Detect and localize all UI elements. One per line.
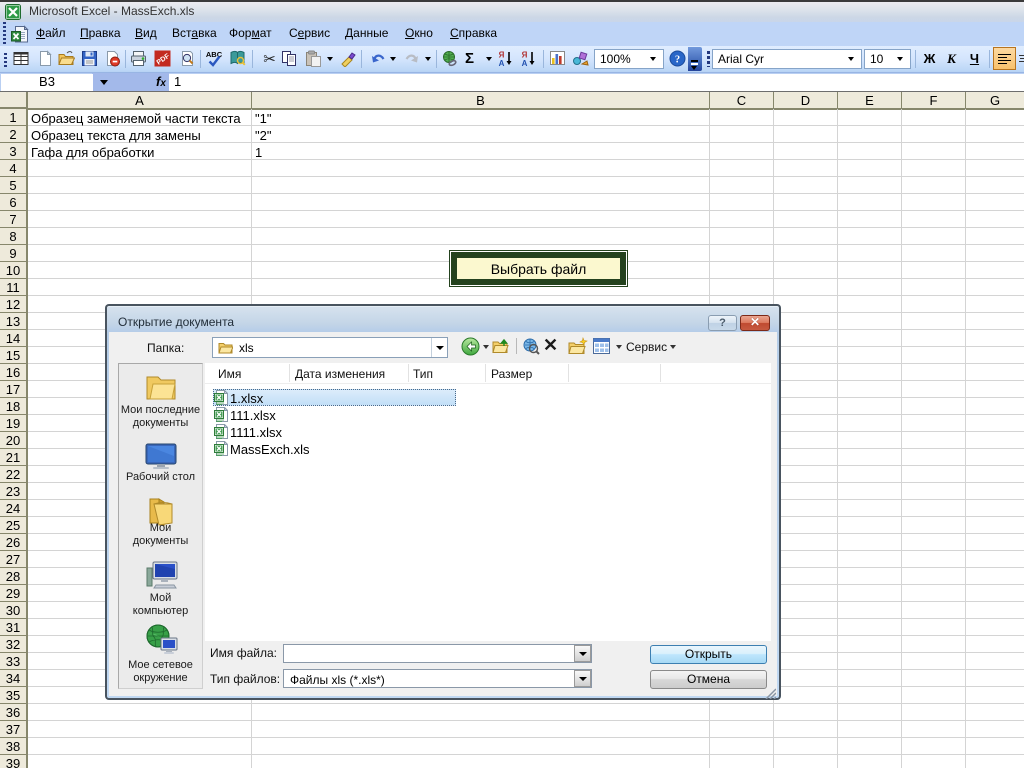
svg-text:✂: ✂ — [263, 51, 276, 67]
svg-text:?: ? — [675, 55, 680, 66]
svg-text:A: A — [522, 59, 528, 67]
svg-text:ABC: ABC — [206, 50, 223, 59]
svg-text:A: A — [499, 59, 505, 67]
